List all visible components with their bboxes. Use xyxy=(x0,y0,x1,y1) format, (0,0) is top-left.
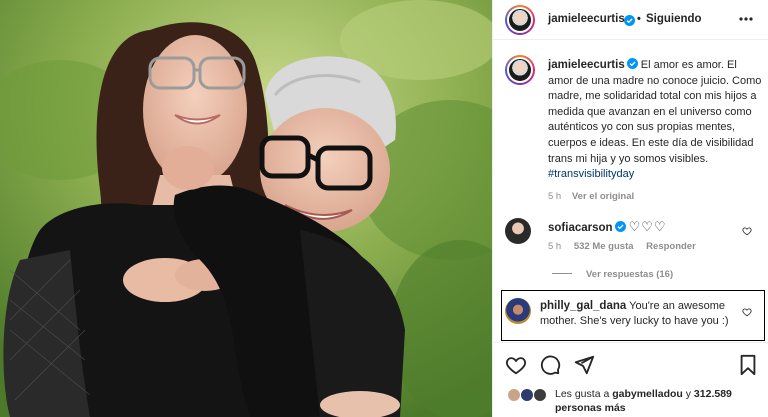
action-bar xyxy=(493,342,768,382)
comment-likes[interactable]: 532 Me gusta xyxy=(574,241,634,252)
reply-button[interactable]: Responder xyxy=(646,241,696,252)
likes-user[interactable]: gabymelladou xyxy=(612,388,683,400)
caption-text: El amor es amor. El amor de una madre no… xyxy=(548,59,762,165)
verified-badge-icon xyxy=(624,15,635,26)
comment-row: sofiacarson ♡♡♡ xyxy=(548,219,748,236)
heart-icon[interactable] xyxy=(505,354,527,376)
post-image-illustration xyxy=(0,0,492,417)
comment-username[interactable]: sofiacarson xyxy=(548,222,613,234)
post-photo[interactable] xyxy=(0,0,492,417)
likes-count[interactable]: 312.589 xyxy=(694,388,732,400)
share-icon[interactable] xyxy=(573,354,595,376)
caption-avatar[interactable] xyxy=(505,55,535,85)
likes-middle: y xyxy=(685,388,691,400)
more-icon[interactable] xyxy=(739,16,753,22)
post-side-panel: jamieleecurtis • Siguiendo jamieleecurti… xyxy=(492,0,768,417)
highlight-box xyxy=(501,290,765,341)
likes-prefix: Les gusta a xyxy=(555,388,610,400)
see-original-link[interactable]: Ver el original xyxy=(572,191,634,202)
following-button[interactable]: Siguiendo xyxy=(646,13,702,25)
verified-badge-icon xyxy=(614,221,626,232)
author-avatar[interactable] xyxy=(505,5,535,35)
liker-avatar[interactable] xyxy=(533,388,547,402)
liker-avatar[interactable] xyxy=(507,388,521,402)
replies-dash xyxy=(552,273,572,274)
comment-avatar[interactable] xyxy=(505,218,531,244)
view-replies-label: Ver respuestas (16) xyxy=(586,269,674,280)
header-separator: • xyxy=(637,13,641,25)
liker-avatar[interactable] xyxy=(520,388,534,402)
post-caption: jamieleecurtis El amor es amor. El amor … xyxy=(548,58,762,204)
comment-like-heart-icon[interactable] xyxy=(742,226,752,236)
comment-emoji: ♡♡♡ xyxy=(628,219,667,234)
likes-summary: Les gusta a gabymelladou y 312.589 perso… xyxy=(555,387,765,415)
post-header: jamieleecurtis • Siguiendo xyxy=(493,0,768,40)
caption-hashtag[interactable]: #transvisibilityday xyxy=(548,168,634,180)
view-replies-button[interactable]: Ver respuestas (16) xyxy=(552,269,673,280)
verified-badge-icon xyxy=(626,58,638,69)
author-username[interactable]: jamieleecurtis xyxy=(548,13,625,25)
caption-time: 5 h xyxy=(548,190,562,202)
likes-suffix[interactable]: personas más xyxy=(555,402,626,414)
caption-username[interactable]: jamieleecurtis xyxy=(548,59,625,71)
caption-meta: 5 h Ver el original xyxy=(548,189,762,205)
bookmark-icon[interactable] xyxy=(737,354,759,376)
comment-time: 5 h xyxy=(548,241,562,252)
comment-meta: 5 h 532 Me gusta Responder xyxy=(548,241,696,252)
comment-icon[interactable] xyxy=(539,354,561,376)
